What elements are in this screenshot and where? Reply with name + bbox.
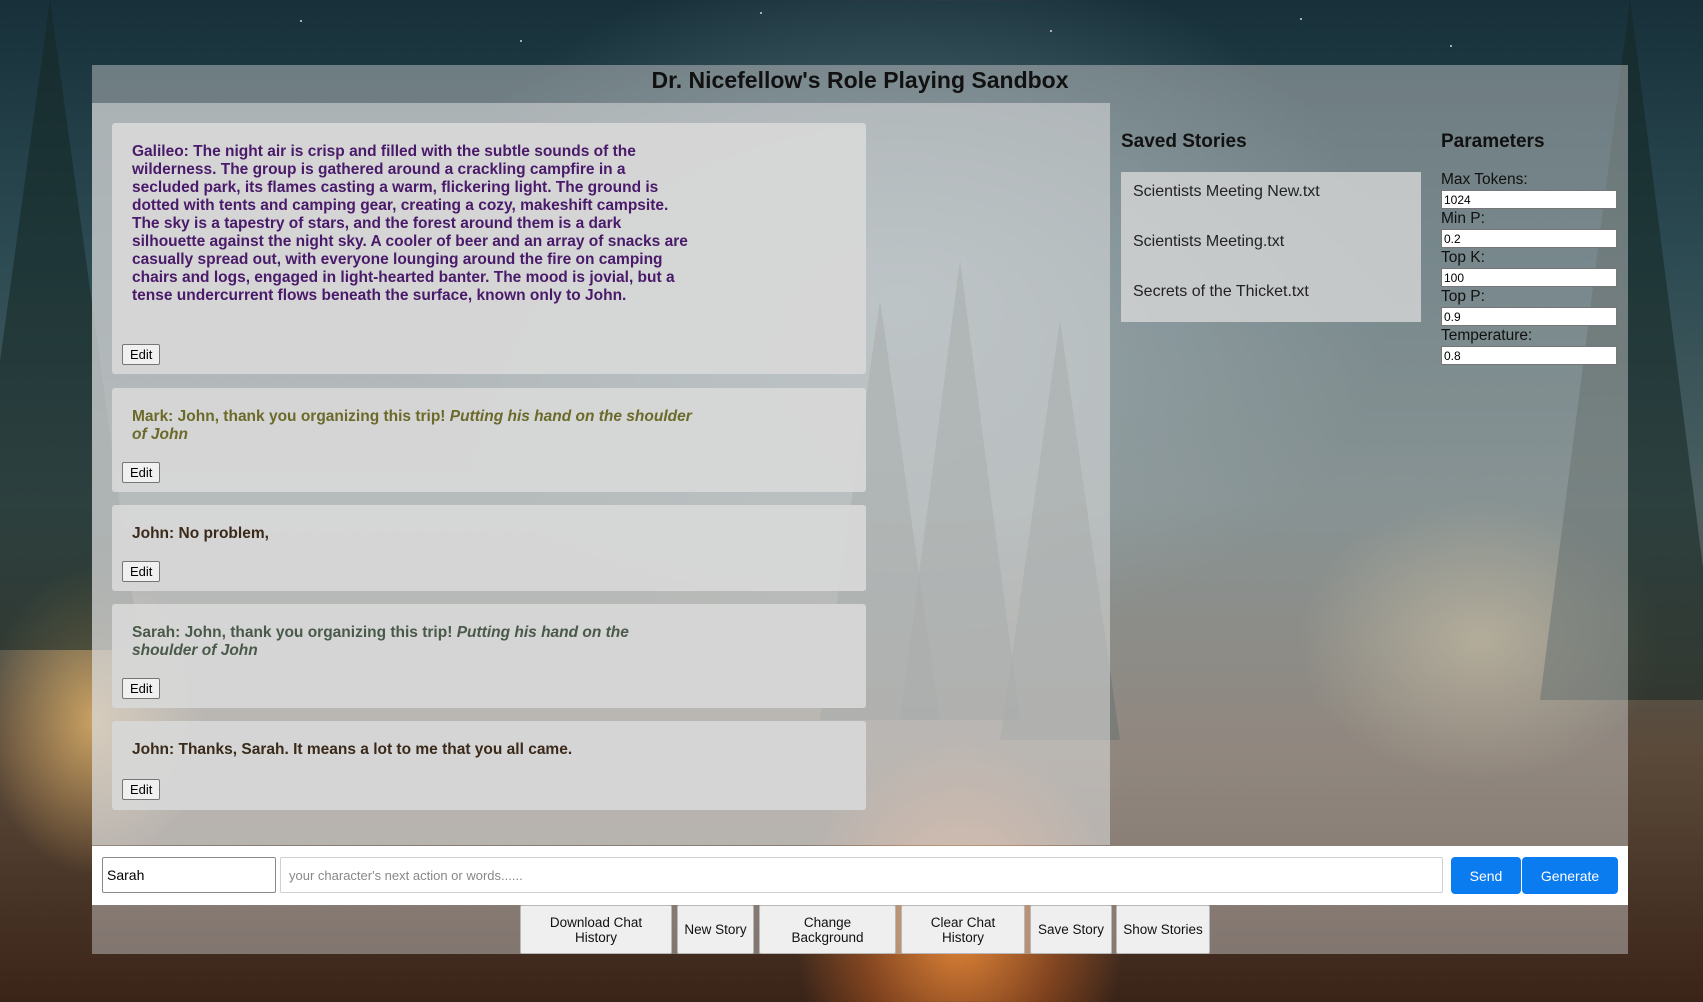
send-button[interactable]: Send <box>1451 857 1521 894</box>
star-decoration <box>300 20 302 22</box>
temperature-input[interactable] <box>1441 346 1617 365</box>
parameters-heading: Parameters <box>1441 131 1545 152</box>
edit-button[interactable]: Edit <box>122 678 161 699</box>
top-k-label: Top K: <box>1441 249 1485 266</box>
page-title: Dr. Nicefellow's Role Playing Sandbox <box>651 67 1069 93</box>
show-stories-button[interactable]: Show Stories <box>1116 905 1210 954</box>
min-p-input[interactable] <box>1441 229 1617 248</box>
save-story-button[interactable]: Save Story <box>1030 905 1112 954</box>
chat-message: Mark: John, thank you organizing this tr… <box>112 388 866 492</box>
generate-button[interactable]: Generate <box>1522 857 1618 894</box>
edit-button[interactable]: Edit <box>122 561 161 582</box>
chat-message: John: Thanks, Sarah. It means a lot to m… <box>112 721 866 810</box>
message-speaker: Sarah: <box>132 624 181 641</box>
top-k-input[interactable] <box>1441 268 1617 287</box>
saved-story-item[interactable]: Secrets of the Thicket.txt <box>1133 283 1309 301</box>
star-decoration <box>520 40 522 42</box>
saved-stories-list: Scientists Meeting New.txt Scientists Me… <box>1121 172 1421 322</box>
download-chat-history-button[interactable]: Download Chat History <box>520 905 672 954</box>
chat-message: John: No problem, Edit <box>112 505 866 591</box>
message-body: No problem, <box>178 525 269 542</box>
chat-message: Sarah: John, thank you organizing this t… <box>112 604 866 708</box>
message-speaker: Mark: <box>132 408 174 425</box>
min-p-label: Min P: <box>1441 210 1485 227</box>
max-tokens-label: Max Tokens: <box>1441 171 1528 188</box>
star-decoration <box>760 12 762 14</box>
star-decoration <box>1050 30 1052 32</box>
new-story-button[interactable]: New Story <box>677 905 754 954</box>
edit-button[interactable]: Edit <box>122 344 161 365</box>
message-body: John, thank you organizing this trip! <box>184 624 453 641</box>
message-text: John: No problem, <box>132 525 692 543</box>
saved-story-item[interactable]: Scientists Meeting.txt <box>1133 233 1284 251</box>
message-input[interactable] <box>280 857 1443 893</box>
message-text: Mark: John, thank you organizing this tr… <box>132 408 692 444</box>
message-speaker: Galileo: <box>132 143 189 160</box>
message-text: John: Thanks, Sarah. It means a lot to m… <box>132 741 692 759</box>
chat-panel: Galileo: The night air is crisp and fill… <box>92 103 1110 845</box>
chat-message: Galileo: The night air is crisp and fill… <box>112 123 866 374</box>
edit-button[interactable]: Edit <box>122 462 161 483</box>
message-body: Thanks, Sarah. It means a lot to me that… <box>178 741 573 758</box>
top-p-input[interactable] <box>1441 307 1617 326</box>
edit-button[interactable]: Edit <box>122 779 161 800</box>
character-name-input[interactable] <box>102 857 276 893</box>
saved-story-item[interactable]: Scientists Meeting New.txt <box>1133 183 1320 201</box>
change-background-button[interactable]: Change Background <box>759 905 896 954</box>
message-body: John, thank you organizing this trip! <box>177 408 446 425</box>
message-text: Galileo: The night air is crisp and fill… <box>132 143 692 305</box>
star-decoration <box>1450 45 1452 47</box>
temperature-label: Temperature: <box>1441 327 1533 344</box>
top-p-label: Top P: <box>1441 288 1485 305</box>
message-text: Sarah: John, thank you organizing this t… <box>132 624 692 660</box>
input-bar: Send Generate <box>92 846 1628 905</box>
clear-chat-history-button[interactable]: Clear Chat History <box>901 905 1025 954</box>
message-body: The night air is crisp and filled with t… <box>132 143 688 304</box>
message-speaker: John: <box>132 741 175 758</box>
app-container: Dr. Nicefellow's Role Playing Sandbox Ga… <box>92 65 1628 954</box>
message-speaker: John: <box>132 525 175 542</box>
star-decoration <box>1300 18 1302 20</box>
saved-stories-heading: Saved Stories <box>1121 131 1247 152</box>
max-tokens-input[interactable] <box>1441 190 1617 209</box>
